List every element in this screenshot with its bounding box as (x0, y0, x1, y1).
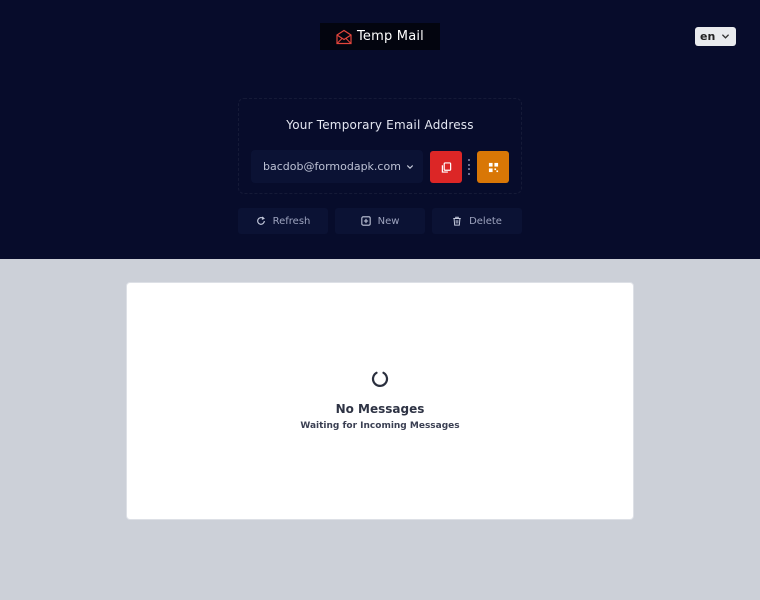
more-options-icon[interactable] (467, 159, 471, 175)
inbox-panel (126, 282, 634, 520)
inbox-subtitle: Waiting for Incoming Messages (300, 421, 460, 431)
email-box-title: Your Temporary Email Address (286, 118, 474, 132)
language-selector[interactable]: en (695, 27, 736, 46)
new-label: New (377, 215, 400, 227)
refresh-label: Refresh (272, 215, 311, 227)
logo-text: Temp Mail (357, 29, 424, 44)
trash-icon (453, 216, 461, 226)
qr-code-button[interactable] (477, 151, 509, 183)
qr-code-icon (488, 162, 498, 172)
email-address-dropdown[interactable]: bacdob@formodapk.com (251, 150, 423, 183)
chevron-down-icon (407, 164, 413, 169)
new-button[interactable]: New (335, 208, 425, 234)
refresh-icon (256, 216, 265, 225)
language-code: en (700, 30, 716, 43)
chevron-down-icon (722, 34, 729, 39)
logo[interactable]: Temp Mail (320, 23, 440, 50)
spinner-icon (371, 371, 389, 387)
envelope-icon (336, 29, 352, 44)
refresh-button[interactable]: Refresh (238, 208, 328, 234)
email-address: bacdob@formodapk.com (263, 160, 401, 173)
plus-square-icon (360, 216, 371, 226)
delete-button[interactable]: Delete (432, 208, 522, 234)
copy-button[interactable] (430, 151, 462, 183)
copy-icon (441, 161, 451, 173)
inbox-status: No Messages (335, 402, 425, 416)
delete-label: Delete (469, 215, 502, 227)
